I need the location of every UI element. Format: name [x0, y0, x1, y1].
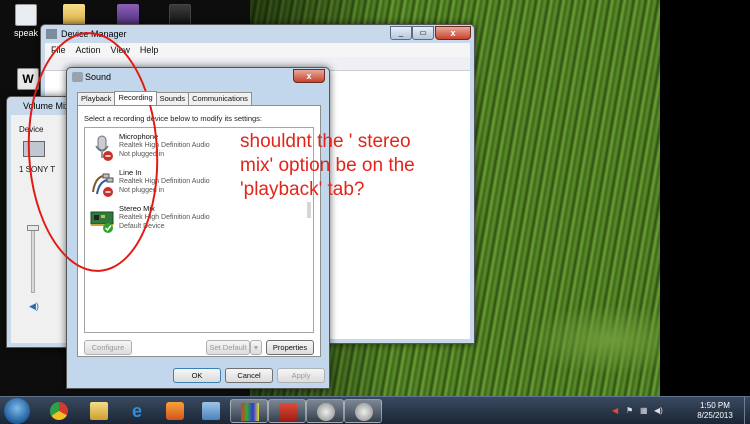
taskbar-ie[interactable]: e	[118, 399, 156, 423]
maximize-button[interactable]: ▭	[412, 26, 434, 40]
control-panel-icon	[202, 402, 220, 420]
configure-button[interactable]: Configure	[84, 340, 132, 355]
tab-sounds[interactable]: Sounds	[155, 92, 190, 105]
app-icon	[169, 4, 191, 26]
media-player-icon	[166, 402, 184, 420]
taskbar-control-panel[interactable]	[192, 399, 230, 423]
device-manager-icon	[46, 29, 57, 39]
taskbar-toolbox[interactable]	[268, 399, 306, 423]
close-button[interactable]: x	[435, 26, 471, 40]
clock-date: 8/25/2013	[697, 411, 733, 420]
clock-time: 1:50 PM	[700, 401, 730, 410]
menu-help[interactable]: Help	[140, 43, 159, 57]
document-icon	[15, 4, 37, 26]
close-button[interactable]: x	[293, 69, 325, 83]
annotation-text: shouldnt the ' stereo mix' option be on …	[240, 131, 415, 200]
speaker-icon	[355, 403, 373, 421]
system-tray: ◀ ⚑ ▦ ◀) 1:50 PM 8/25/2013	[600, 397, 750, 424]
show-hidden-icons-icon[interactable]: ◀	[612, 406, 620, 415]
ok-button[interactable]: OK	[173, 368, 221, 383]
level-meter	[307, 202, 311, 218]
taskbar-media-player[interactable]	[156, 399, 194, 423]
set-default-button[interactable]: Set Default	[206, 340, 250, 355]
flag-icon[interactable]: ⚑	[626, 406, 634, 415]
speaker-icon	[317, 403, 335, 421]
cancel-button[interactable]: Cancel	[225, 368, 273, 383]
desktop-right-black	[660, 0, 750, 396]
taskbar-volume[interactable]	[344, 399, 382, 423]
clock[interactable]: 1:50 PM 8/25/2013	[690, 401, 740, 421]
minimize-button[interactable]: _	[390, 26, 412, 40]
taskbar-sound[interactable]	[306, 399, 344, 423]
volume-slider-thumb[interactable]	[27, 225, 39, 231]
taskbar: e ◀ ⚑ ▦ ◀) 1:50 PM 8/25/2013	[0, 396, 750, 424]
properties-button[interactable]: Properties	[266, 340, 314, 355]
show-desktop-button[interactable]	[744, 397, 750, 424]
volume-slider-track[interactable]	[31, 227, 35, 293]
taskbar-chrome[interactable]	[40, 399, 78, 423]
tab-communications[interactable]: Communications	[188, 92, 252, 105]
toolbox-icon	[279, 403, 297, 421]
explorer-icon	[90, 402, 108, 420]
tab-recording[interactable]: Recording	[114, 91, 157, 105]
paint-icon	[241, 403, 259, 421]
folder-icon	[63, 4, 85, 26]
chrome-icon	[50, 402, 68, 420]
speaker-mute-icon[interactable]: ◀)	[29, 301, 39, 312]
start-button[interactable]	[4, 398, 30, 424]
desktop-icon-label: speak	[13, 28, 39, 38]
taskbar-paint[interactable]	[230, 399, 268, 423]
app-icon	[117, 4, 139, 26]
set-default-dropdown[interactable]: ▾	[250, 340, 262, 355]
taskbar-explorer[interactable]	[80, 399, 118, 423]
ie-icon: e	[131, 401, 142, 421]
network-icon[interactable]: ▦	[640, 406, 648, 415]
apply-button[interactable]: Apply	[277, 368, 325, 383]
volume-icon[interactable]: ◀)	[654, 406, 663, 415]
